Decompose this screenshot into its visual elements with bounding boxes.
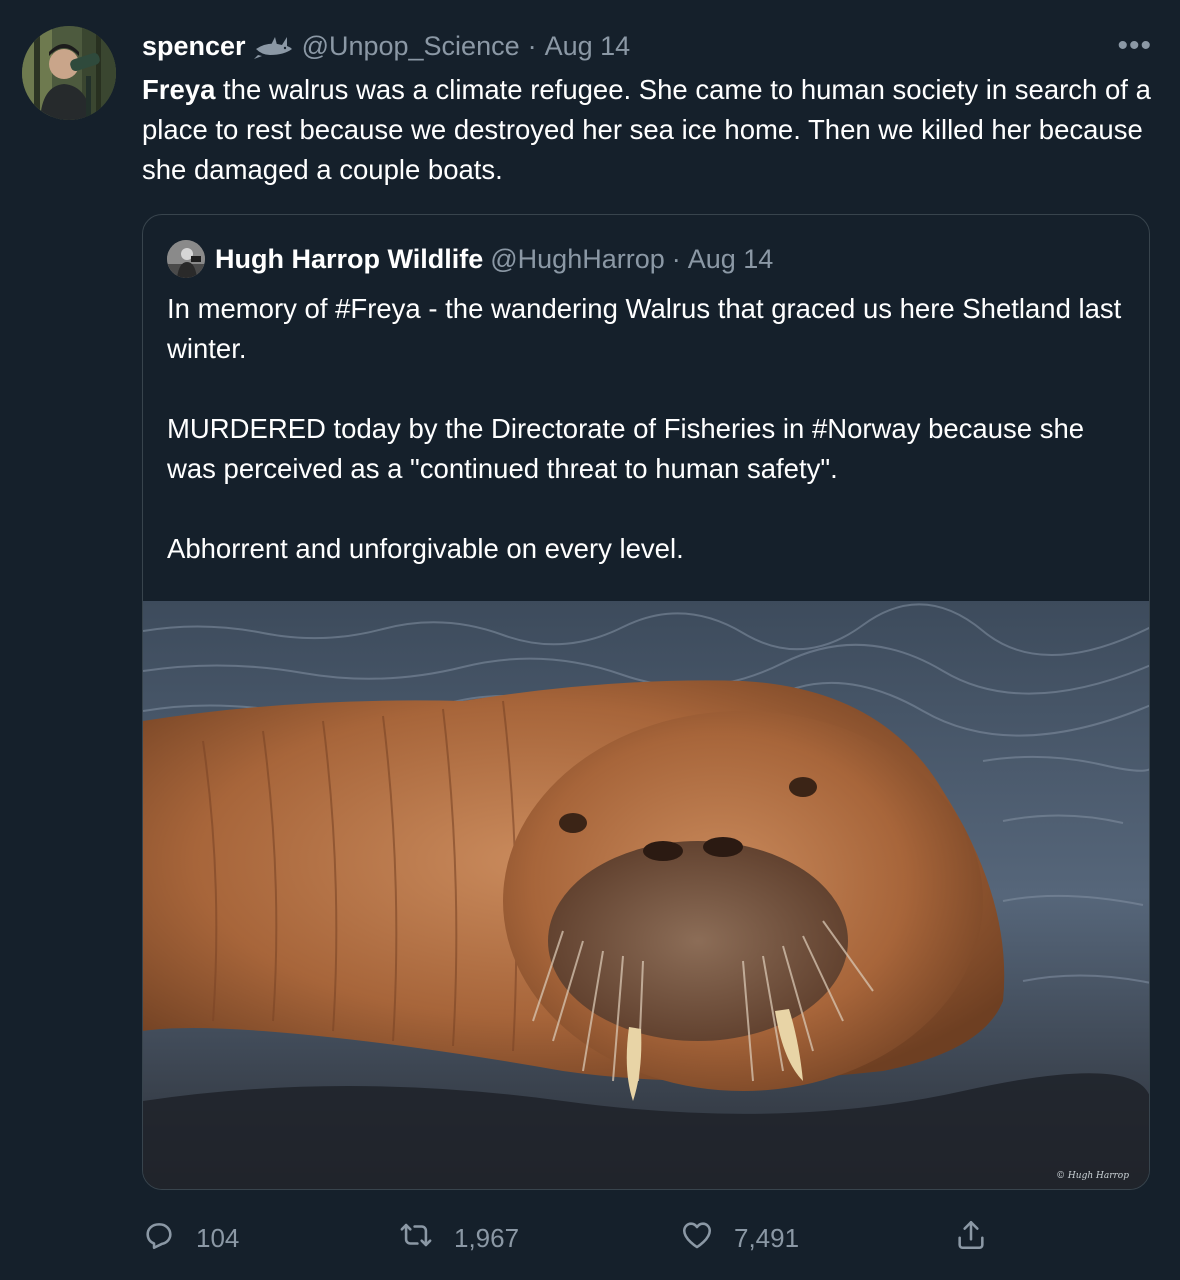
more-options-icon[interactable]: ••• — [1117, 31, 1152, 61]
quote-author-name[interactable]: Hugh Harrop Wildlife — [215, 244, 483, 275]
separator-dot: · — [671, 243, 681, 274]
tweet-text: Freya the walrus was a climate refugee. … — [142, 70, 1152, 190]
author-name[interactable]: spencer — [142, 31, 246, 62]
quote-date[interactable]: Aug 14 — [688, 244, 774, 275]
quote-text: In memory of #Freya - the wandering Walr… — [167, 289, 1127, 569]
quote-paragraph: Abhorrent and unforgivable on every leve… — [167, 533, 684, 564]
retweet-button[interactable]: 1,967 — [398, 1210, 519, 1266]
share-icon — [954, 1218, 988, 1259]
reply-icon — [142, 1218, 176, 1259]
avatar[interactable] — [22, 26, 116, 120]
heart-icon — [680, 1218, 714, 1259]
author-handle[interactable]: @Unpop_Science — [302, 31, 520, 62]
share-button[interactable] — [954, 1210, 988, 1266]
quote-paragraph: MURDERED today by the Directorate of Fis… — [167, 413, 1085, 484]
quote-paragraph: In memory of #Freya - the wandering Walr… — [167, 293, 1122, 364]
tweet-text-body: the walrus was a climate refugee. She ca… — [142, 74, 1151, 185]
tweet-actions: 104 1,967 7,491 — [142, 1210, 1152, 1266]
quote-avatar[interactable] — [167, 240, 205, 278]
retweet-count: 1,967 — [454, 1222, 520, 1253]
photo-watermark: © Hugh Harrop — [1056, 1171, 1129, 1181]
separator-dot: · — [527, 30, 537, 61]
quote-author-handle[interactable]: @HughHarrop — [490, 244, 665, 275]
quote-header: Hugh Harrop Wildlife @HughHarrop · Aug 1… — [167, 239, 773, 279]
like-count: 7,491 — [734, 1222, 800, 1253]
walrus-photo[interactable]: © Hugh Harrop — [143, 601, 1149, 1189]
reply-count: 104 — [196, 1222, 240, 1253]
like-button[interactable]: 7,491 — [680, 1210, 799, 1266]
retweet-icon — [398, 1218, 434, 1259]
shark-icon — [253, 31, 294, 61]
reply-button[interactable]: 104 — [142, 1210, 239, 1266]
tweet-date[interactable]: Aug 14 — [545, 31, 631, 62]
quoted-tweet[interactable]: Hugh Harrop Wildlife @HughHarrop · Aug 1… — [142, 214, 1150, 1190]
tweet-header: spencer @Unpop_Science · Aug 14 — [142, 28, 630, 64]
tweet-text-bold: Freya — [142, 74, 216, 105]
